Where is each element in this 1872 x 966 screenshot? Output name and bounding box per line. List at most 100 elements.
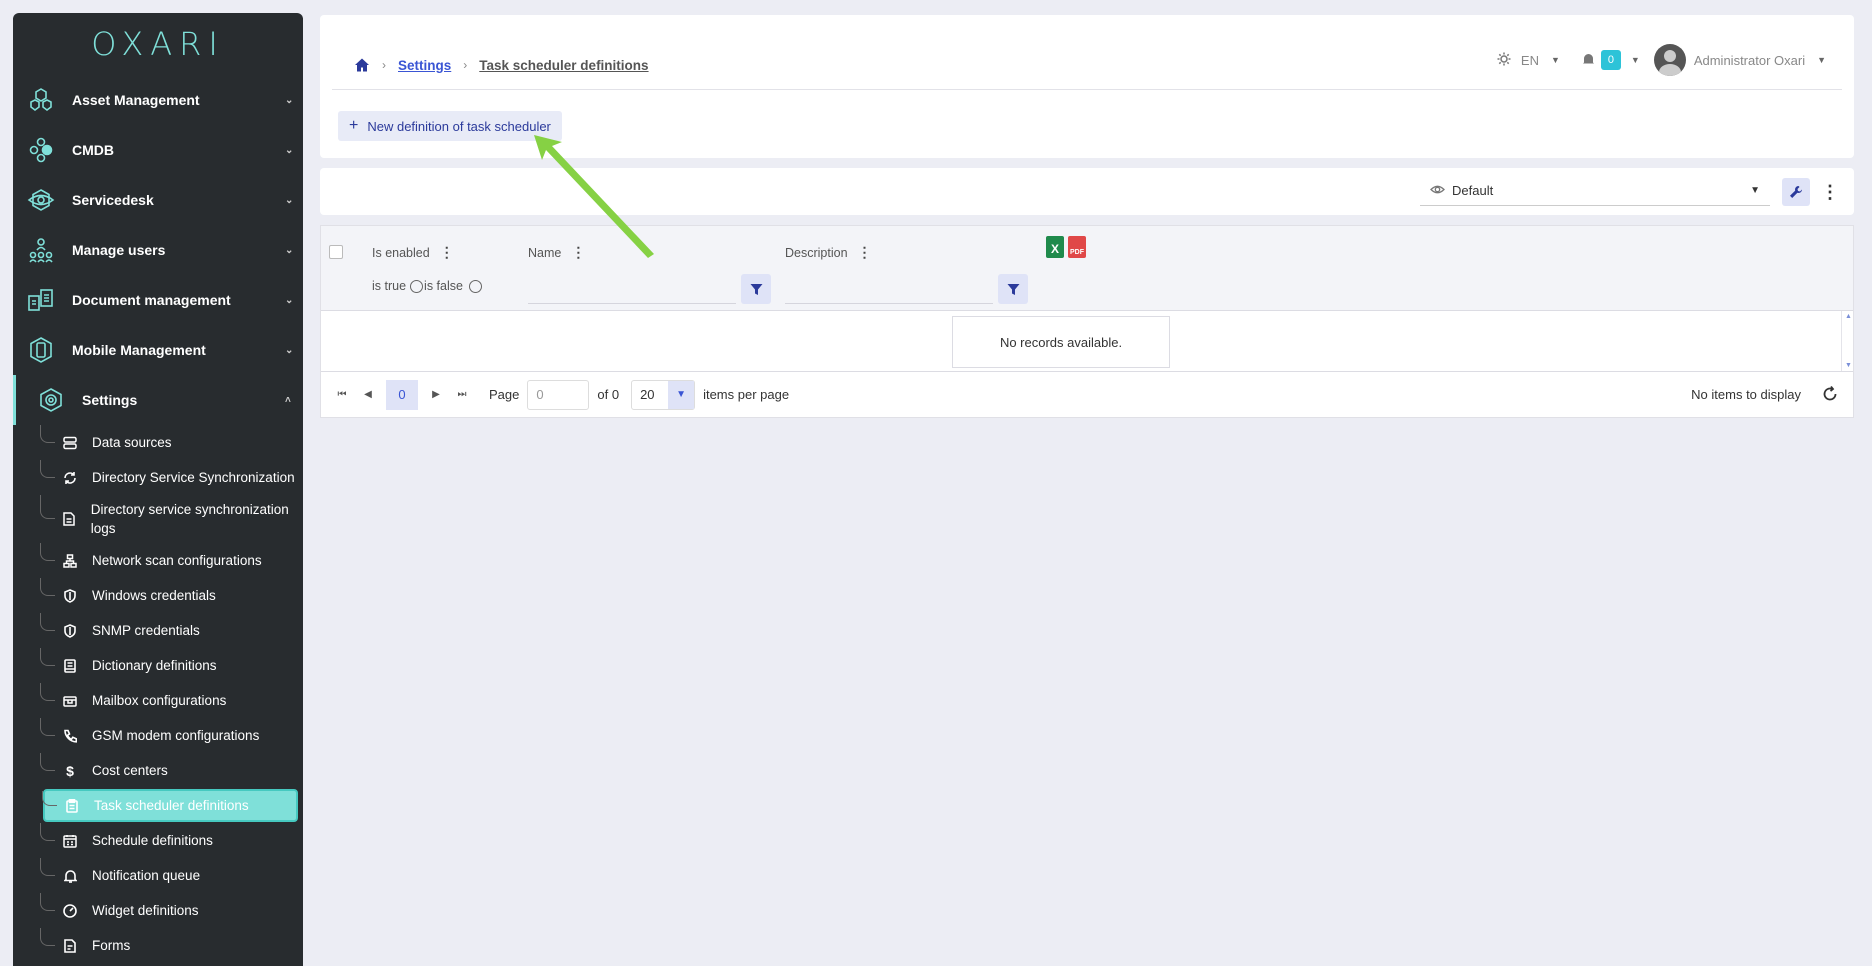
database-icon bbox=[60, 433, 80, 453]
sidebar-item-data-sources[interactable]: Data sources bbox=[13, 425, 303, 460]
chevron-down-icon: ⌄ bbox=[285, 344, 294, 356]
sun-icon[interactable] bbox=[1497, 52, 1511, 69]
caret-down-icon[interactable]: ▼ bbox=[1631, 55, 1640, 65]
notification-count-badge[interactable]: 0 bbox=[1600, 50, 1621, 70]
is-true-radio[interactable] bbox=[410, 279, 424, 293]
chevron-down-icon: ⌄ bbox=[285, 294, 294, 306]
is-false-radio[interactable] bbox=[468, 279, 482, 293]
description-filter-button[interactable] bbox=[998, 274, 1028, 304]
sidebar-item-directory-service-sync[interactable]: Directory Service Synchronization bbox=[13, 460, 303, 495]
sidebar-item-directory-sync-logs[interactable]: Directory service synchronization logs bbox=[13, 495, 303, 543]
vertical-scrollbar[interactable]: ▲ ▼ bbox=[1841, 311, 1853, 371]
avatar[interactable] bbox=[1653, 44, 1686, 76]
gauge-icon bbox=[60, 901, 80, 921]
caret-down-icon[interactable]: ▼ bbox=[1817, 55, 1826, 65]
column-menu-icon[interactable]: ⋮ bbox=[571, 244, 585, 261]
column-header-is-enabled[interactable]: Is enabled ⋮ bbox=[372, 244, 454, 261]
breadcrumb-settings[interactable]: Settings bbox=[398, 58, 451, 73]
wrench-icon bbox=[1790, 186, 1802, 198]
bell-icon[interactable] bbox=[1582, 52, 1595, 69]
language-selector[interactable]: EN bbox=[1521, 53, 1539, 68]
description-filter-input[interactable] bbox=[785, 274, 993, 304]
sidebar-item-mailbox-configurations[interactable]: Mailbox configurations bbox=[13, 683, 303, 718]
servicedesk-eye-icon bbox=[25, 184, 57, 216]
settings-gear-icon bbox=[35, 384, 67, 416]
sidebar-item-schedule-definitions[interactable]: Schedule definitions bbox=[13, 823, 303, 858]
wrench-button[interactable] bbox=[1782, 178, 1810, 206]
sidebar-item-gsm-modem[interactable]: GSM modem configurations bbox=[13, 718, 303, 753]
sidebar-item-cost-centers[interactable]: $ Cost centers bbox=[13, 753, 303, 788]
refresh-icon[interactable] bbox=[1821, 385, 1841, 405]
sync-icon bbox=[60, 468, 80, 488]
select-all-checkbox[interactable] bbox=[329, 245, 343, 259]
caret-down-icon: ▼ bbox=[668, 380, 695, 409]
form-icon bbox=[60, 936, 80, 956]
page-size-select[interactable]: 20 ▼ bbox=[631, 379, 696, 410]
view-selector[interactable]: Default ▼ bbox=[1420, 176, 1770, 206]
scroll-down-icon: ▼ bbox=[1845, 362, 1852, 369]
name-filter-input[interactable] bbox=[528, 274, 736, 304]
documents-icon bbox=[25, 284, 57, 316]
chevron-right-icon: › bbox=[463, 58, 468, 72]
breadcrumb-current[interactable]: Task scheduler definitions bbox=[479, 58, 648, 73]
current-page-button[interactable]: 0 bbox=[386, 379, 418, 410]
chevron-down-icon: ⌄ bbox=[285, 144, 294, 156]
sidebar-item-notification-queue[interactable]: Notification queue bbox=[13, 858, 303, 893]
column-header-description[interactable]: Description ⋮ bbox=[785, 244, 872, 261]
shield-icon bbox=[60, 586, 80, 606]
home-icon[interactable] bbox=[354, 57, 370, 73]
pdf-export-icon[interactable]: PDF bbox=[1068, 236, 1086, 258]
sidebar-item-network-scan[interactable]: Network scan configurations bbox=[13, 543, 303, 578]
chevron-down-icon: ⌄ bbox=[285, 194, 294, 206]
nav-manage-users[interactable]: Manage users ⌄ bbox=[13, 225, 303, 275]
sidebar-item-snmp-credentials[interactable]: SNMP credentials bbox=[13, 613, 303, 648]
nav-cmdb[interactable]: CMDB ⌄ bbox=[13, 125, 303, 175]
column-menu-icon[interactable]: ⋮ bbox=[858, 244, 872, 261]
network-icon bbox=[60, 551, 80, 571]
next-page-icon[interactable]: ▶ bbox=[423, 389, 449, 400]
filter-icon bbox=[1007, 283, 1019, 295]
pager-status: No items to display bbox=[1691, 387, 1801, 402]
nav-settings[interactable]: Settings ˄ bbox=[13, 375, 303, 425]
nav-mobile-management[interactable]: Mobile Management ⌄ bbox=[13, 325, 303, 375]
caret-down-icon[interactable]: ▼ bbox=[1551, 55, 1560, 65]
sidebar: OXARI Asset Management ⌄ CMDB ⌄ Serviced… bbox=[13, 13, 303, 966]
breadcrumb: › Settings › Task scheduler definitions bbox=[354, 57, 649, 73]
new-task-scheduler-button[interactable]: + New definition of task scheduler bbox=[338, 111, 562, 141]
chevron-right-icon: › bbox=[382, 58, 386, 72]
scroll-up-icon: ▲ bbox=[1845, 313, 1852, 320]
sidebar-item-dictionary-definitions[interactable]: Dictionary definitions bbox=[13, 648, 303, 683]
chevron-down-icon: ⌄ bbox=[285, 94, 294, 106]
previous-page-icon[interactable]: ◀ bbox=[355, 389, 381, 400]
bell-icon bbox=[60, 866, 80, 886]
page-input[interactable]: 0 bbox=[527, 379, 590, 410]
sidebar-item-forms[interactable]: Forms bbox=[13, 928, 303, 963]
name-filter-button[interactable] bbox=[741, 274, 771, 304]
shield-icon bbox=[60, 621, 80, 641]
nav-asset-management[interactable]: Asset Management ⌄ bbox=[13, 75, 303, 125]
header-toolbar: EN ▼ 0 ▼ Administrator Oxari ▼ bbox=[1497, 44, 1826, 76]
chevron-down-icon: ⌄ bbox=[285, 244, 294, 256]
user-name[interactable]: Administrator Oxari bbox=[1694, 53, 1805, 68]
column-menu-icon[interactable]: ⋮ bbox=[440, 244, 454, 261]
column-header-name[interactable]: Name ⋮ bbox=[528, 244, 585, 261]
mailbox-icon bbox=[60, 691, 80, 711]
last-page-icon[interactable]: ⏭ bbox=[449, 389, 475, 400]
enabled-filter: is true is false bbox=[372, 279, 483, 293]
pager: ⏮ ◀ 0 ▶ ⏭ Page 0 of 0 20 ▼ items per pag… bbox=[321, 371, 1853, 417]
sidebar-item-task-scheduler[interactable]: Task scheduler definitions bbox=[42, 789, 298, 822]
nav-document-management[interactable]: Document management ⌄ bbox=[13, 275, 303, 325]
users-tree-icon bbox=[25, 234, 57, 266]
logo[interactable]: OXARI bbox=[13, 13, 303, 75]
view-toolbar: Default ▼ ⋮ bbox=[320, 168, 1854, 215]
chevron-up-icon: ˄ bbox=[285, 394, 291, 406]
sidebar-item-widget-definitions[interactable]: Widget definitions bbox=[13, 893, 303, 928]
excel-export-icon[interactable]: X bbox=[1046, 236, 1064, 258]
book-icon bbox=[60, 656, 80, 676]
asset-hexagon-icon bbox=[25, 84, 57, 116]
nav-servicedesk[interactable]: Servicedesk ⌄ bbox=[13, 175, 303, 225]
first-page-icon[interactable]: ⏮ bbox=[329, 389, 355, 400]
more-options-icon[interactable]: ⋮ bbox=[1820, 178, 1840, 206]
file-log-icon bbox=[60, 509, 79, 529]
sidebar-item-windows-credentials[interactable]: Windows credentials bbox=[13, 578, 303, 613]
